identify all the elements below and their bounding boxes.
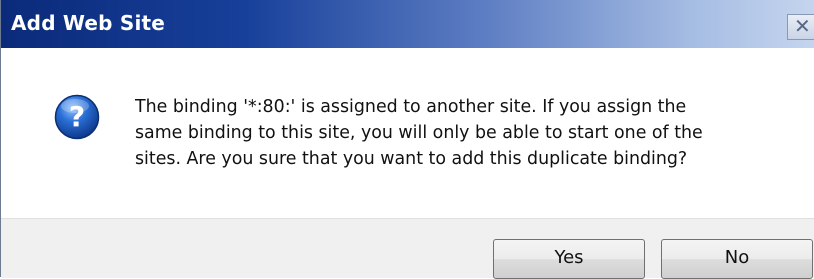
svg-text:?: ? [69, 100, 85, 133]
dialog-window: Add Web Site ✕ ? The binding '*:80:' is … [0, 0, 814, 279]
close-button[interactable]: ✕ [787, 14, 814, 40]
message-line: sites. Are you sure that you want to add… [135, 149, 688, 169]
button-bar: Yes No [1, 218, 814, 279]
yes-button[interactable]: Yes [493, 239, 645, 279]
no-button[interactable]: No [661, 239, 813, 279]
dialog-message: The binding '*:80:' is assigned to anoth… [135, 94, 775, 172]
window-title: Add Web Site [11, 11, 166, 35]
message-line: The binding '*:80:' is assigned to anoth… [135, 97, 687, 117]
title-bar[interactable]: Add Web Site ✕ [1, 0, 814, 48]
message-line: same binding to this site, you will only… [135, 123, 703, 143]
question-icon: ? [54, 94, 100, 140]
dialog-content: ? The binding '*:80:' is assigned to ano… [1, 48, 814, 218]
close-icon: ✕ [794, 14, 811, 38]
